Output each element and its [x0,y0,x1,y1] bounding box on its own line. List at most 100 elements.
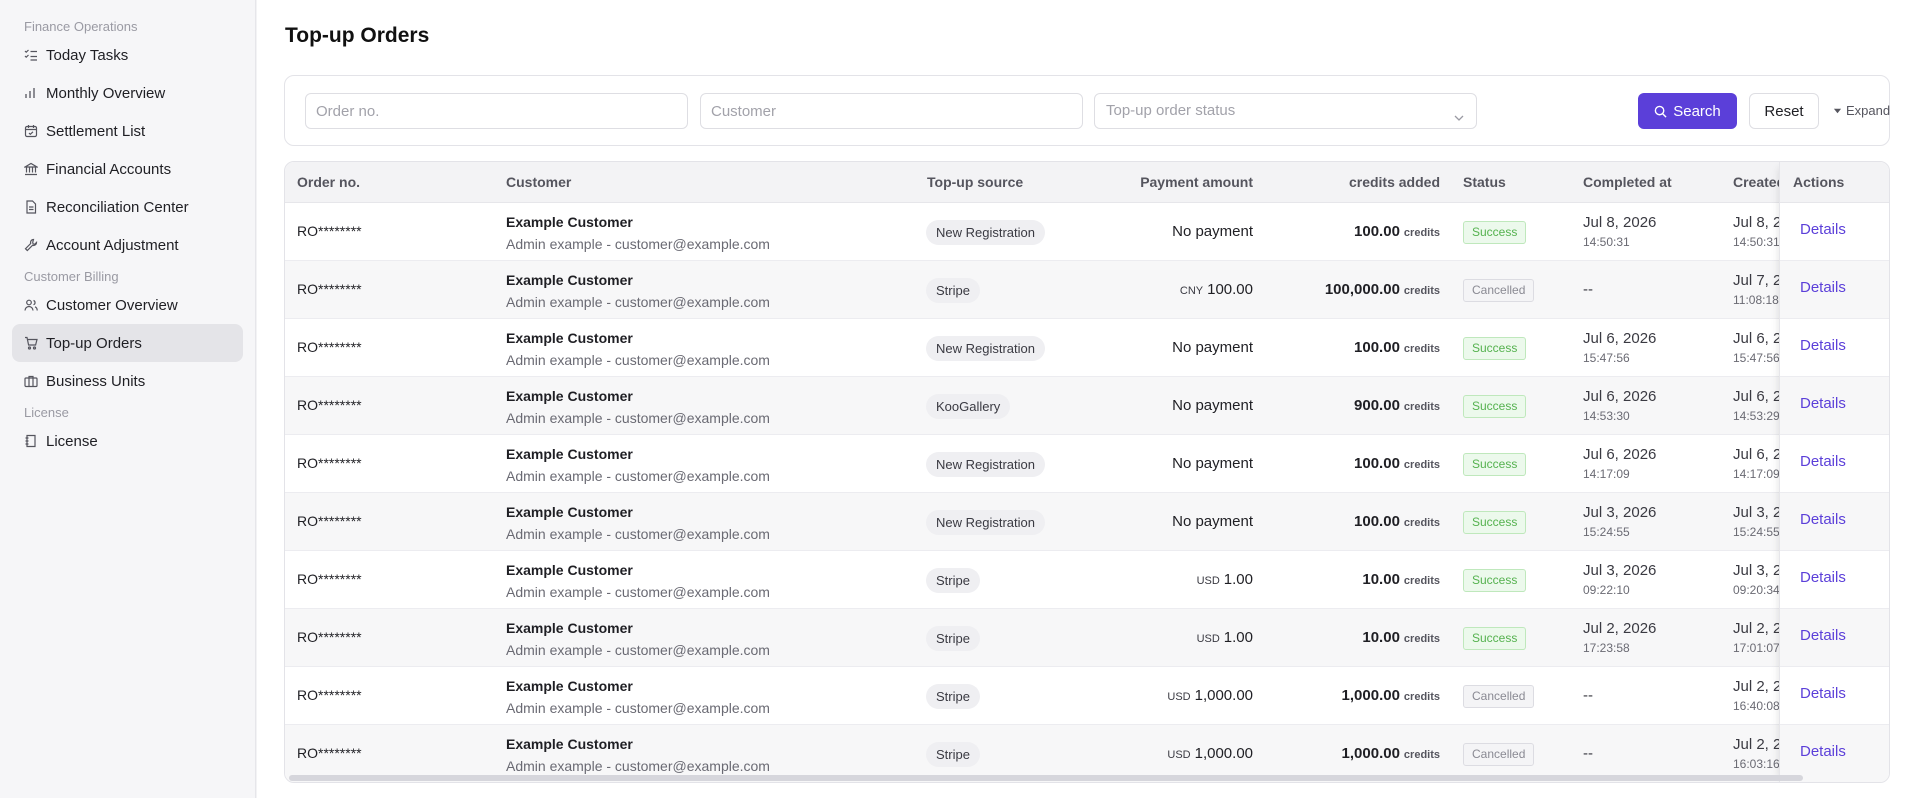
top-up-source-tag: New Registration [926,220,1045,245]
sidebar-item-business-units[interactable]: Business Units [12,362,243,400]
credits-added-cell: 1,000.00 credits [1342,745,1440,762]
top-up-source-tag: New Registration [926,510,1045,535]
details-link[interactable]: Details [1800,743,1846,760]
sidebar-item-top-up-orders[interactable]: Top-up Orders [12,324,243,362]
customer-name-cell: Example Customer [506,214,633,230]
credits-value: 1,000.00 [1341,687,1400,704]
reset-button[interactable]: Reset [1749,93,1819,129]
table-body: RO******** Example Customer Admin example … [285,203,1889,782]
created-time-cell: 14:53:29 [1733,409,1779,423]
details-link[interactable]: Details [1800,685,1846,702]
customer-detail-cell: Admin example - customer@example.com [506,526,770,542]
payment-amount-value: 1,000.00 [1194,745,1253,762]
order-no-cell: RO******** [297,455,362,471]
header-credits-added: credits added [1348,174,1440,190]
order-no-cell: RO******** [297,629,362,645]
status-select[interactable]: Top-up order status [1094,93,1477,129]
created-date-cell: Jul 6, 2 [1733,388,1779,405]
payment-amount-cell: No payment [1172,513,1253,530]
sidebar-item-label: Customer Overview [46,296,178,314]
created-date-cell: Jul 8, 2 [1733,214,1779,231]
payment-amount-cell: No payment [1172,339,1253,356]
briefcase-icon [24,374,38,388]
completed-date-cell: Jul 3, 2026 [1583,562,1657,579]
completed-time-cell: 15:24:55 [1583,525,1630,539]
sidebar-item-label: Account Adjustment [46,236,179,254]
payment-amount-cell: No payment [1172,223,1253,240]
search-button[interactable]: Search [1638,93,1737,129]
table-row[interactable]: RO******** Example Customer Admin example … [285,493,1889,551]
header-actions: Actions [1793,174,1845,190]
created-date-cell: Jul 6, 2 [1733,330,1779,347]
credits-unit: credits [1403,285,1440,297]
payment-amount-cell: USD 1.00 [1197,571,1253,588]
credits-value: 100.00 [1354,223,1400,240]
header-status: Status [1463,174,1506,190]
credits-value: 10.00 [1362,571,1400,588]
order-no-cell: RO******** [297,339,362,355]
customer-name-cell: Example Customer [506,330,633,346]
credits-unit: credits [1403,633,1440,645]
created-date-cell: Jul 2, 2 [1733,620,1779,637]
status-badge: Cancelled [1463,685,1535,708]
top-up-source-tag: New Registration [926,336,1045,361]
table-row[interactable]: RO******** Example Customer Admin example … [285,551,1889,609]
details-link[interactable]: Details [1800,221,1846,238]
order-no-input[interactable] [305,93,688,129]
sidebar-item-today-tasks[interactable]: Today Tasks [12,36,243,74]
table-row[interactable]: RO******** Example Customer Admin example … [285,203,1889,261]
orders-table: Order no. Customer Top-up source Payment… [284,161,1890,783]
expand-toggle[interactable]: Expand [1833,103,1890,118]
table-row[interactable]: RO******** Example Customer Admin example … [285,609,1889,667]
table-row[interactable]: RO******** Example Customer Admin example … [285,377,1889,435]
sidebar-item-license[interactable]: License [12,422,243,460]
created-date-cell: Jul 6, 2 [1733,446,1779,463]
credits-added-cell: 10.00 credits [1362,571,1440,588]
currency-code: USD [1167,691,1191,703]
order-no-cell: RO******** [297,281,362,297]
credits-value: 10.00 [1362,629,1400,646]
details-link[interactable]: Details [1800,453,1846,470]
top-up-source-tag: Stripe [926,742,980,767]
completed-time-cell: 14:17:09 [1583,467,1630,481]
details-link[interactable]: Details [1800,395,1846,412]
customer-detail-cell: Admin example - customer@example.com [506,642,770,658]
created-date-cell: Jul 2, 2 [1733,678,1779,695]
currency-code: CNY [1179,285,1204,297]
sidebar-item-reconciliation-center[interactable]: Reconciliation Center [12,188,243,226]
credits-unit: credits [1403,227,1440,239]
expand-label: Expand [1846,103,1891,118]
status-badge: Success [1463,511,1527,534]
created-time-cell: 15:47:56 [1733,351,1779,365]
top-up-source-tag: New Registration [926,452,1045,477]
completed-time-cell: 14:50:31 [1583,235,1630,249]
sidebar-item-monthly-overview[interactable]: Monthly Overview [12,74,243,112]
sidebar-item-customer-overview[interactable]: Customer Overview [12,286,243,324]
table-row[interactable]: RO******** Example Customer Admin example … [285,435,1889,493]
sidebar-item-financial-accounts[interactable]: Financial Accounts [12,150,243,188]
table-row[interactable]: RO******** Example Customer Admin example … [285,319,1889,377]
payment-amount-cell: USD 1,000.00 [1167,745,1253,762]
horizontal-scrollbar[interactable] [289,775,1803,781]
completed-date-cell: Jul 2, 2026 [1583,620,1657,637]
completed-date-cell: -- [1583,281,1593,298]
customer-input[interactable] [700,93,1083,129]
table-row[interactable]: RO******** Example Customer Admin example … [285,667,1889,725]
sidebar-item-settlement-list[interactable]: Settlement List [12,112,243,150]
top-up-source-tag: KooGallery [926,394,1011,419]
currency-code: USD [1196,633,1220,645]
details-link[interactable]: Details [1800,279,1846,296]
credits-value: 900.00 [1354,397,1400,414]
payment-amount-cell: No payment [1172,455,1253,472]
page-title: Top-up Orders [285,24,430,47]
completed-date-cell: Jul 6, 2026 [1583,388,1657,405]
details-link[interactable]: Details [1800,337,1846,354]
status-badge: Success [1463,395,1527,418]
details-link[interactable]: Details [1800,627,1846,644]
sidebar-item-account-adjustment[interactable]: Account Adjustment [12,226,243,264]
credits-unit: credits [1403,343,1440,355]
table-row[interactable]: RO******** Example Customer Admin example … [285,261,1889,319]
customer-name-cell: Example Customer [506,388,633,404]
details-link[interactable]: Details [1800,569,1846,586]
details-link[interactable]: Details [1800,511,1846,528]
